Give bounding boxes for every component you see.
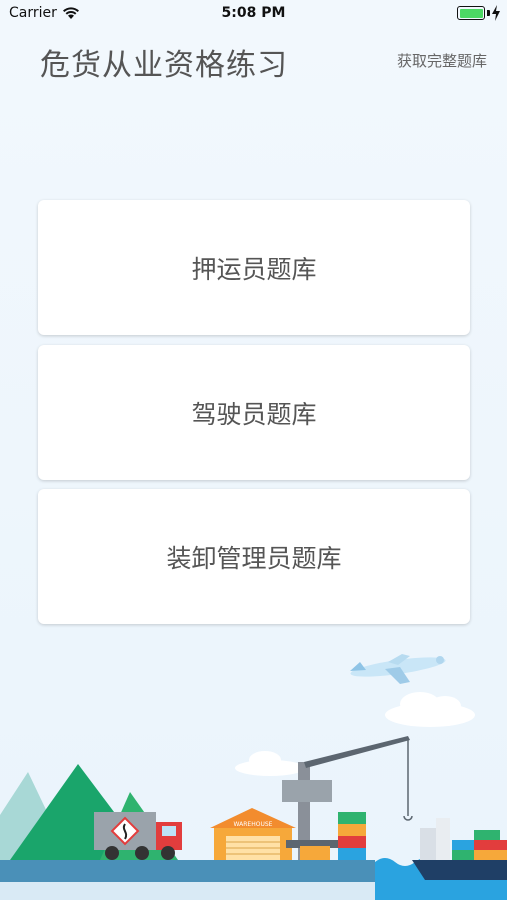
hazmat-truck bbox=[94, 812, 182, 860]
driver-bank-button[interactable]: 驾驶员题库 bbox=[38, 345, 470, 480]
warehouse-sign: WAREHOUSE bbox=[234, 821, 273, 828]
clock: 5:08 PM bbox=[221, 5, 286, 21]
battery-tip bbox=[487, 10, 490, 16]
charging-bolt-icon bbox=[492, 5, 500, 21]
escort-bank-button[interactable]: 押运员题库 bbox=[38, 200, 470, 335]
cargo-ship bbox=[412, 818, 507, 880]
airplane-icon bbox=[350, 654, 446, 684]
status-bar: Carrier 5:08 PM bbox=[0, 0, 507, 28]
port-illustration: WAREHOUSE bbox=[0, 654, 507, 900]
loading-manager-bank-button[interactable]: 装卸管理员题库 bbox=[38, 489, 470, 624]
cloud-right bbox=[385, 692, 475, 727]
container-stack bbox=[338, 812, 366, 860]
warehouse: WAREHOUSE bbox=[210, 808, 296, 860]
page-title: 危货从业资格练习 bbox=[40, 48, 288, 83]
get-full-bank-button[interactable]: 获取完整题库 bbox=[397, 50, 487, 71]
ground-strip bbox=[0, 860, 375, 882]
battery-icon bbox=[457, 6, 485, 20]
cloud-left bbox=[235, 751, 305, 776]
